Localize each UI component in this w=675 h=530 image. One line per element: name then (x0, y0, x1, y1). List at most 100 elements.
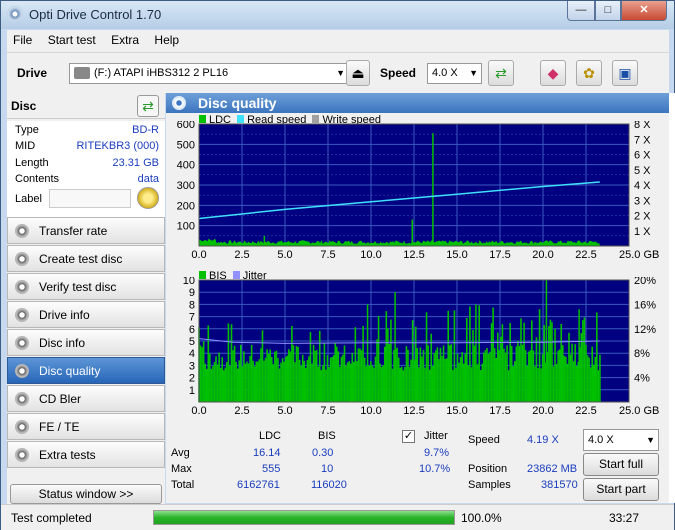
y-tick-label-left: 6 (189, 324, 195, 336)
progress-percent: 100.0% (461, 511, 502, 525)
menu-file[interactable]: File (7, 30, 38, 50)
total-ldc: 6162761 (237, 479, 280, 491)
x-tick-label: 7.5 (320, 249, 335, 261)
maximize-button[interactable]: □ (595, 1, 621, 21)
minimize-button[interactable]: — (567, 1, 595, 21)
samples-value: 381570 (541, 479, 578, 491)
eject-button[interactable]: ⏏ (346, 60, 370, 86)
app-icon (7, 6, 23, 22)
speed-label: Speed (380, 66, 417, 80)
refresh-speed-button[interactable]: ⇄ (488, 60, 514, 86)
info-row-contents: Contents data (11, 173, 161, 189)
disc-icon (15, 308, 29, 322)
y-tick-label-left: 7 (189, 312, 195, 324)
disc-icon (15, 420, 29, 434)
drive-value: (F:) ATAPI iHBS312 2 PL16 (94, 67, 229, 79)
nav-label: Disc info (39, 336, 86, 350)
refresh-icon: ⇄ (142, 98, 154, 114)
menu-start-test[interactable]: Start test (42, 30, 102, 50)
y-tick-label-right: 4% (634, 373, 650, 385)
speed-select[interactable]: 4.0 X ▼ (427, 63, 482, 84)
start-part-button[interactable]: Start part (583, 478, 659, 501)
y-tick-label-right: 3 X (634, 195, 651, 207)
nav-label: Disc quality (39, 364, 101, 378)
max-label: Max (171, 463, 192, 475)
settings-button[interactable]: ✿ (576, 60, 602, 86)
max-ldc: 555 (262, 463, 281, 475)
nav-drive-info[interactable]: Drive info (7, 301, 165, 328)
refresh-icon: ⇄ (495, 65, 507, 81)
status-window-button[interactable]: Status window >> (10, 484, 162, 504)
label-input[interactable] (49, 189, 131, 208)
settings-icon: ✿ (583, 65, 595, 81)
y-tick-label-left: 1 (189, 385, 195, 397)
nav-extra-tests[interactable]: Extra tests (7, 441, 165, 468)
disc-icon (15, 364, 29, 378)
info-key: Contents (15, 173, 60, 185)
disc-icon (15, 252, 29, 266)
x-tick-label: 15.0 (446, 249, 467, 261)
menu-help[interactable]: Help (148, 30, 185, 50)
speed-stat-value: 4.19 X (527, 434, 559, 446)
disc-quality-icon (172, 96, 186, 110)
avg-ldc: 16.14 (253, 447, 281, 459)
y-tick-label-left: 5 (189, 336, 195, 348)
main-title: Disc quality (198, 95, 277, 111)
nav-disc-quality[interactable]: Disc quality (7, 357, 165, 384)
y-tick-label-left: 3 (189, 360, 195, 372)
x-tick-label: 12.5 (403, 405, 424, 417)
x-tick-label: 25.0 GB (619, 405, 659, 417)
nav-create-test-disc[interactable]: Create test disc (7, 245, 165, 272)
y-tick-label-left: 500 (177, 139, 195, 151)
erase-icon: ◆ (547, 65, 559, 81)
erase-button[interactable]: ◆ (540, 60, 566, 86)
speed-value: 4.0 X (432, 67, 458, 79)
ldc-header: LDC (259, 430, 282, 442)
save-button[interactable]: ▣ (612, 60, 638, 86)
info-row-type: Type BD-R (11, 124, 161, 140)
status-text: Test completed (11, 511, 92, 525)
toolbar: Drive (F:) ATAPI iHBS312 2 PL16 ▼ ⏏ Spee… (7, 52, 669, 93)
nav-verify-test-disc[interactable]: Verify test disc (7, 273, 165, 300)
nav-label: Extra tests (39, 448, 96, 462)
drive-icon (74, 67, 90, 80)
x-tick-label: 15.0 (446, 405, 467, 417)
nav-label: Create test disc (39, 252, 123, 266)
y-tick-label-right: 5 X (634, 165, 651, 177)
bis-header: BIS (318, 430, 336, 442)
x-tick-label: 5.0 (277, 405, 292, 417)
jitter-checkbox[interactable]: ✓ (402, 430, 415, 443)
x-tick-label: 10.0 (360, 249, 381, 261)
x-tick-label: 7.5 (320, 405, 335, 417)
info-value: BD-R (132, 124, 159, 136)
nav-fe-te[interactable]: FE / TE (7, 413, 165, 440)
jitter-header: Jitter (424, 430, 448, 442)
drive-select[interactable]: (F:) ATAPI iHBS312 2 PL16 ▼ (69, 63, 349, 84)
y-tick-label-left: 8 (189, 299, 195, 311)
progress-bar (153, 510, 455, 525)
status-bar: Test completed 100.0% 33:27 (1, 504, 674, 530)
test-speed-value: 4.0 X (588, 434, 614, 446)
y-tick-label-left: 2 (189, 373, 195, 385)
y-tick-label-right: 2 X (634, 211, 651, 223)
y-tick-label-left: 600 (177, 121, 195, 131)
disc-label-button[interactable] (137, 187, 159, 209)
nav-disc-info[interactable]: Disc info (7, 329, 165, 356)
elapsed-time: 33:27 (609, 511, 640, 525)
menu-extra[interactable]: Extra (105, 30, 145, 50)
y-tick-label-right: 12% (634, 324, 656, 336)
disc-icon (15, 280, 29, 294)
x-tick-label: 0.0 (191, 405, 206, 417)
info-value: RITEKBR3 (000) (76, 140, 159, 152)
disc-icon (15, 448, 29, 462)
main-panel: Disc quality LDC Read speed Write speed … (166, 93, 669, 503)
close-button[interactable]: ✕ (621, 1, 667, 21)
nav-cd-bler[interactable]: CD Bler (7, 385, 165, 412)
start-full-button[interactable]: Start full (583, 453, 659, 476)
y-tick-label-right: 6 X (634, 150, 651, 162)
test-speed-select[interactable]: 4.0 X ▼ (583, 429, 659, 451)
nav-transfer-rate[interactable]: Transfer rate (7, 217, 165, 244)
x-tick-label: 17.5 (489, 405, 510, 417)
x-tick-label: 20.0 (532, 405, 553, 417)
disc-refresh-button[interactable]: ⇄ (137, 95, 159, 117)
